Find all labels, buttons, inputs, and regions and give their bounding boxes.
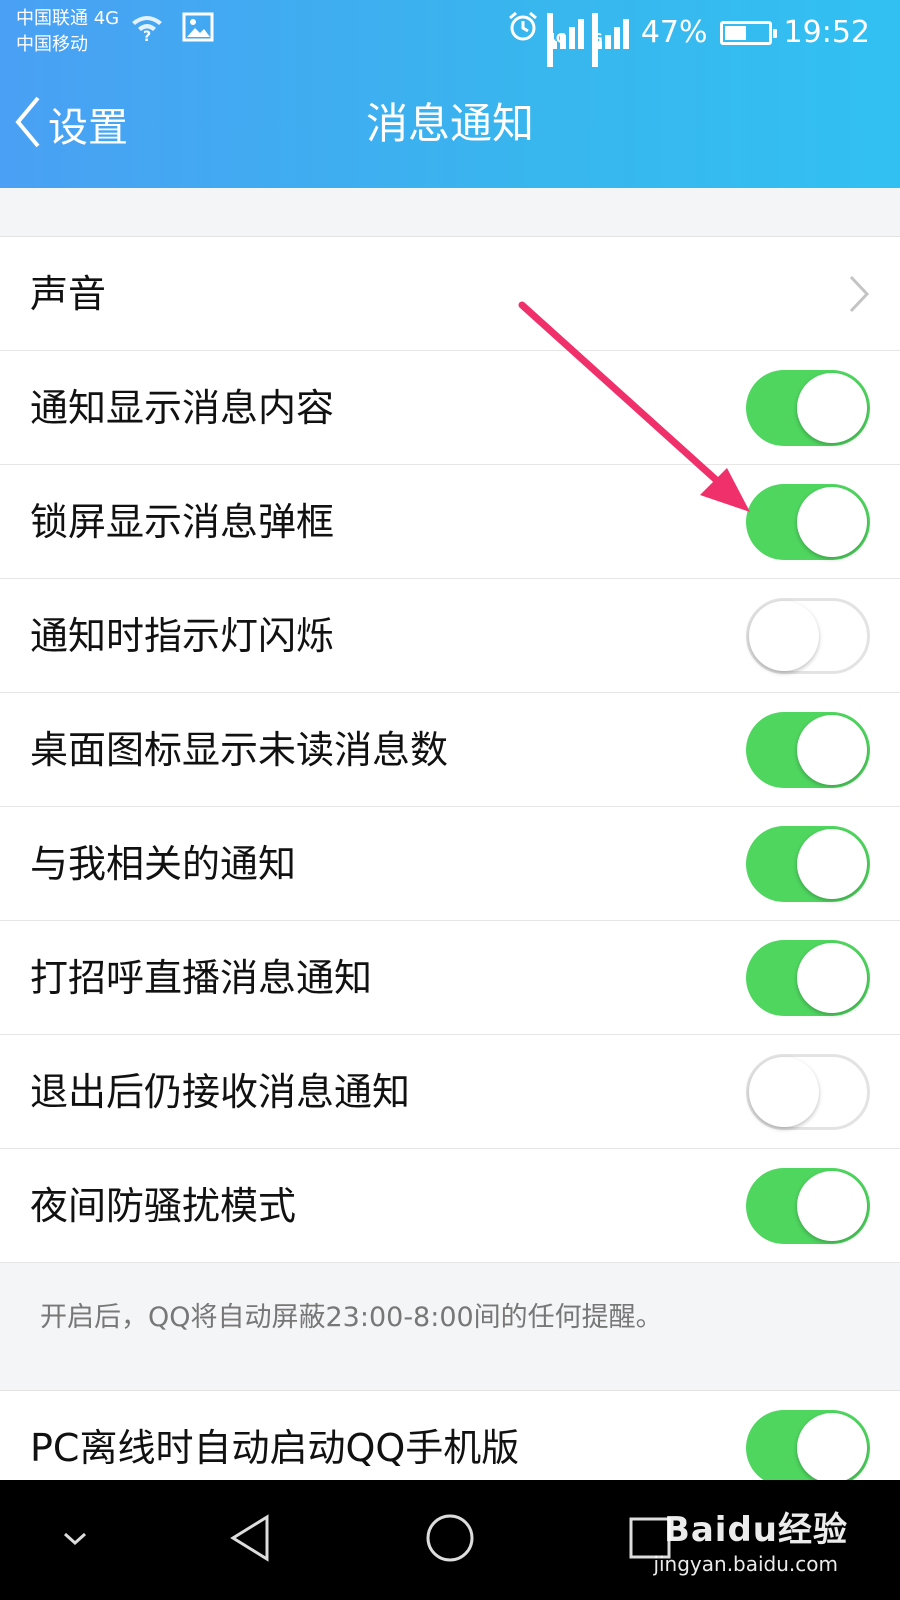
watermark-url: jingyan.baidu.com xyxy=(653,1552,838,1576)
toggle-knob xyxy=(797,943,867,1013)
setting-row[interactable]: PC离线时自动启动QQ手机版 xyxy=(0,1391,900,1481)
setting-label: PC离线时自动启动QQ手机版 xyxy=(30,1426,520,1470)
setting-label: 锁屏显示消息弹框 xyxy=(30,500,335,544)
back-triangle-icon xyxy=(227,1513,273,1567)
toggle-knob xyxy=(749,601,819,671)
toggle-switch[interactable] xyxy=(746,598,870,674)
toggle-switch[interactable] xyxy=(746,1410,870,1481)
setting-row[interactable]: 退出后仍接收消息通知 xyxy=(0,1035,900,1149)
setting-label: 与我相关的通知 xyxy=(30,842,297,886)
status-icons-left: ? xyxy=(130,12,214,46)
nav-home-button[interactable] xyxy=(410,1480,490,1600)
network-type-1: 4G xyxy=(546,13,567,67)
setting-row[interactable]: 桌面图标显示未读消息数 xyxy=(0,693,900,807)
battery-fill xyxy=(724,26,747,40)
toggle-switch[interactable] xyxy=(746,712,870,788)
chevron-right-icon xyxy=(848,274,870,318)
wifi-icon: ? xyxy=(130,12,164,46)
alarm-icon xyxy=(507,6,539,60)
setting-label: 通知显示消息内容 xyxy=(30,386,335,430)
toggle-switch[interactable] xyxy=(746,1054,870,1130)
setting-label: 声音 xyxy=(30,272,107,316)
toggle-knob xyxy=(797,1413,867,1481)
setting-label: 桌面图标显示未读消息数 xyxy=(30,728,449,772)
signal-2-icon: G xyxy=(591,13,629,67)
toggle-knob xyxy=(797,715,867,785)
home-circle-icon xyxy=(424,1512,476,1568)
setting-row[interactable]: 通知显示消息内容 xyxy=(0,351,900,465)
carrier-1: 中国联通 4G xyxy=(16,8,120,29)
watermark-brand: Baidu经验 xyxy=(663,1510,848,1550)
toggle-knob xyxy=(797,829,867,899)
carrier-2: 中国移动 xyxy=(16,34,88,55)
clock: 19:52 xyxy=(783,15,870,50)
nav-collapse-button[interactable] xyxy=(40,1480,110,1600)
toggle-knob xyxy=(749,1057,819,1127)
setting-row[interactable]: 锁屏显示消息弹框 xyxy=(0,465,900,579)
gallery-icon xyxy=(182,12,214,46)
setting-row[interactable]: 夜间防骚扰模式 xyxy=(0,1149,900,1263)
toggle-knob xyxy=(797,1171,867,1241)
chevron-down-icon xyxy=(61,1528,89,1552)
setting-label: 通知时指示灯闪烁 xyxy=(30,614,335,658)
toggle-knob xyxy=(797,373,867,443)
toggle-switch[interactable] xyxy=(746,484,870,560)
nav-back-button[interactable] xyxy=(210,1480,290,1600)
toggle-switch[interactable] xyxy=(746,826,870,902)
system-nav-bar: Baidu经验 jingyan.baidu.com xyxy=(0,1480,900,1600)
status-carriers: 中国联通 4G 中国移动 xyxy=(16,6,119,58)
status-right: 4G G 47% 19:52 xyxy=(507,6,870,67)
settings-list-2: PC离线时自动启动QQ手机版 xyxy=(0,1390,900,1481)
setting-row[interactable]: 打招呼直播消息通知 xyxy=(0,921,900,1035)
page-title: 消息通知 xyxy=(365,99,534,148)
night-mode-note: 开启后，QQ将自动屏蔽23:00-8:00间的任何提醒。 xyxy=(40,1302,663,1333)
toggle-switch[interactable] xyxy=(746,370,870,446)
setting-row[interactable]: 通知时指示灯闪烁 xyxy=(0,579,900,693)
battery-icon xyxy=(719,21,777,45)
toggle-knob xyxy=(797,487,867,557)
setting-label: 打招呼直播消息通知 xyxy=(30,956,373,1000)
app-header: 中国联通 4G 中国移动 ? 4G G 47% 19:52 设置 消息通知 xyxy=(0,0,900,188)
toggle-switch[interactable] xyxy=(746,1168,870,1244)
setting-label: 夜间防骚扰模式 xyxy=(30,1184,297,1228)
toggle-switch[interactable] xyxy=(746,940,870,1016)
setting-row[interactable]: 声音 xyxy=(0,237,900,351)
settings-list: 声音通知显示消息内容 锁屏显示消息弹框 通知时指示灯闪烁桌面图标显示未读消息数 与我相… xyxy=(0,236,900,1263)
battery-percent: 47% xyxy=(640,15,708,50)
setting-label: 退出后仍接收消息通知 xyxy=(30,1070,411,1114)
setting-row[interactable]: 与我相关的通知 xyxy=(0,807,900,921)
signal-1-icon: 4G xyxy=(546,13,584,67)
network-type-2: G xyxy=(591,13,603,67)
svg-text:?: ? xyxy=(143,29,151,42)
